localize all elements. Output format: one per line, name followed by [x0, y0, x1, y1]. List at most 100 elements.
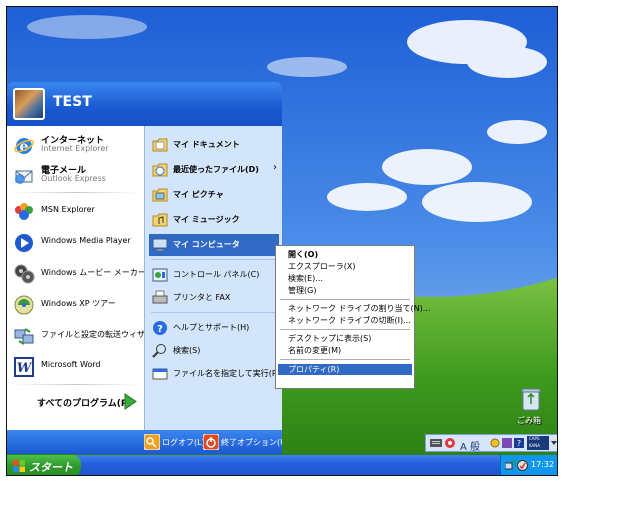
context-item-manage[interactable]: 管理(G)	[278, 285, 412, 296]
place-control-panel[interactable]: コントロール パネル(C)	[149, 264, 279, 286]
context-item-map-drive[interactable]: ネットワーク ドライブの割り当て(N)...	[278, 303, 430, 314]
recycle-bin-label: ごみ箱	[517, 416, 541, 425]
place-my-pictures[interactable]: マイ ピクチャ	[149, 184, 279, 206]
place-search[interactable]: 検索(S)	[149, 340, 279, 362]
all-programs-button[interactable]: すべてのプログラム(P)	[7, 390, 144, 414]
start-label: スタート	[29, 461, 73, 474]
shutdown-label: 終了オプション(U)	[221, 438, 282, 447]
taskbar: スタート 17:32	[7, 455, 557, 475]
place-printers[interactable]: プリンタと FAX	[149, 287, 279, 309]
context-item-disconnect-drive[interactable]: ネットワーク ドライブの切断(I)...	[278, 315, 412, 326]
user-name: TEST	[53, 94, 92, 110]
settings-icon[interactable]	[490, 438, 500, 448]
logoff-button[interactable]: ログオフ(L)	[144, 434, 205, 451]
my-music-icon	[152, 213, 168, 227]
recent-label: Windows XP ツアー	[41, 299, 116, 308]
language-bar: A 般 ? CAPS KANA	[425, 434, 557, 453]
recycle-bin-icon	[521, 388, 541, 411]
place-help[interactable]: ? ヘルプとサポート(H)	[149, 317, 279, 339]
right-pane-separator	[151, 259, 275, 260]
place-label: 検索(S)	[173, 346, 201, 355]
recent-label: Microsoft Word	[41, 360, 101, 369]
svg-text:?: ?	[157, 324, 163, 335]
user-avatar	[13, 88, 45, 120]
printers-icon	[152, 290, 168, 304]
logoff-label: ログオフ(L)	[162, 438, 205, 447]
word-icon: W	[14, 357, 34, 377]
transfer-wizard-icon	[14, 328, 34, 345]
place-recent-files[interactable]: 最近使ったファイル(D) ›	[149, 159, 279, 181]
ime-icon[interactable]	[444, 437, 456, 449]
context-item-explore[interactable]: エクスプローラ(X)	[278, 261, 412, 272]
help-small-icon[interactable]: ?	[514, 438, 524, 448]
recent-files-icon	[152, 163, 168, 177]
recent-label: MSN Explorer	[41, 205, 95, 214]
place-label: マイ コンピュータ	[173, 240, 240, 249]
start-menu: TEST e インターネット Internet Explorer 電子メール O…	[7, 82, 282, 454]
network-icon[interactable]	[505, 460, 516, 471]
recent-msn-explorer[interactable]: MSN Explorer	[11, 198, 143, 224]
context-item-search[interactable]: 検索(E)...	[278, 273, 412, 284]
recent-label: ファイルと設定の転送ウィザード	[41, 330, 161, 339]
my-documents-icon	[152, 138, 168, 152]
recent-word[interactable]: W Microsoft Word	[11, 353, 143, 379]
context-item-rename[interactable]: 名前の変更(M)	[278, 345, 412, 356]
recent-xp-tour[interactable]: Windows XP ツアー	[11, 291, 143, 317]
start-menu-header: TEST	[7, 82, 282, 126]
context-menu: 開く(O) エクスプローラ(X) 検索(E)... 管理(G) ネットワーク ド…	[275, 245, 430, 389]
start-menu-footer: ログオフ(L) 終了オプション(U)	[7, 430, 282, 454]
chevron-down-icon[interactable]	[551, 440, 557, 446]
clock[interactable]: 17:32	[531, 460, 554, 469]
windows-flag-icon	[13, 460, 25, 472]
control-panel-icon	[152, 268, 168, 282]
desktop-screen: ごみ箱 TEST e インターネット Internet Explorer 電子メ…	[6, 6, 558, 476]
recent-label: Windows ムービー メーカー	[41, 268, 146, 277]
context-item-properties[interactable]: プロパティ(R)	[278, 364, 412, 375]
pinned-subtitle: Internet Explorer	[41, 144, 109, 153]
input-mode-label[interactable]: A 般	[460, 438, 480, 453]
place-run[interactable]: ファイル名を指定して実行(R)...	[149, 363, 282, 385]
svg-text:?: ?	[517, 439, 521, 448]
place-label: マイ ミュージック	[173, 215, 240, 224]
keyboard-icon[interactable]	[430, 438, 442, 448]
xp-tour-icon	[14, 295, 34, 315]
svg-text:W: W	[17, 361, 33, 376]
shutdown-button[interactable]: 終了オプション(U)	[203, 434, 282, 451]
help-icon: ?	[153, 321, 167, 335]
start-menu-left-pane: e インターネット Internet Explorer 電子メール Outloo…	[7, 126, 161, 430]
kana-label: KANA	[529, 443, 541, 448]
context-separator	[280, 329, 410, 330]
context-separator	[280, 299, 410, 300]
pinned-internet[interactable]: e インターネット Internet Explorer	[11, 132, 143, 158]
security-icon[interactable]	[517, 460, 528, 471]
run-icon	[152, 368, 168, 380]
recycle-bin[interactable]: ごみ箱	[507, 387, 557, 431]
place-my-music[interactable]: マイ ミュージック	[149, 209, 279, 231]
caps-label: CAPS	[529, 436, 540, 441]
context-item-show-on-desktop[interactable]: デスクトップに表示(S)	[278, 333, 412, 344]
recent-media-player[interactable]: Windows Media Player	[11, 229, 143, 255]
place-label: コントロール パネル(C)	[173, 270, 260, 279]
place-label: マイ ドキュメント	[173, 140, 240, 149]
key-icon	[144, 434, 160, 450]
movie-maker-icon	[14, 264, 35, 284]
my-computer-icon	[152, 238, 168, 251]
recent-movie-maker[interactable]: Windows ムービー メーカー	[11, 260, 146, 286]
right-pane-separator	[151, 312, 275, 313]
my-pictures-icon	[152, 188, 168, 202]
pinned-subtitle: Outlook Express	[41, 174, 106, 183]
place-my-documents[interactable]: マイ ドキュメント	[149, 134, 279, 156]
context-item-open[interactable]: 開く(O)	[278, 249, 412, 260]
place-label: 最近使ったファイル(D)	[173, 165, 259, 174]
power-icon	[203, 434, 219, 450]
start-button[interactable]: スタート	[7, 455, 81, 475]
msn-explorer-icon	[15, 203, 33, 220]
start-menu-right-pane: マイ ドキュメント 最近使ったファイル(D) › マイ ピクチャ マイ ミュージ…	[144, 126, 282, 430]
place-my-computer[interactable]: マイ コンピュータ	[149, 234, 279, 256]
pinned-email[interactable]: 電子メール Outlook Express	[11, 162, 143, 188]
recent-transfer-wizard[interactable]: ファイルと設定の転送ウィザード	[11, 322, 161, 348]
place-label: プリンタと FAX	[173, 293, 231, 302]
submenu-arrow-icon: ›	[273, 162, 277, 173]
pad-icon[interactable]	[502, 438, 512, 448]
left-pane-separator	[13, 384, 138, 385]
